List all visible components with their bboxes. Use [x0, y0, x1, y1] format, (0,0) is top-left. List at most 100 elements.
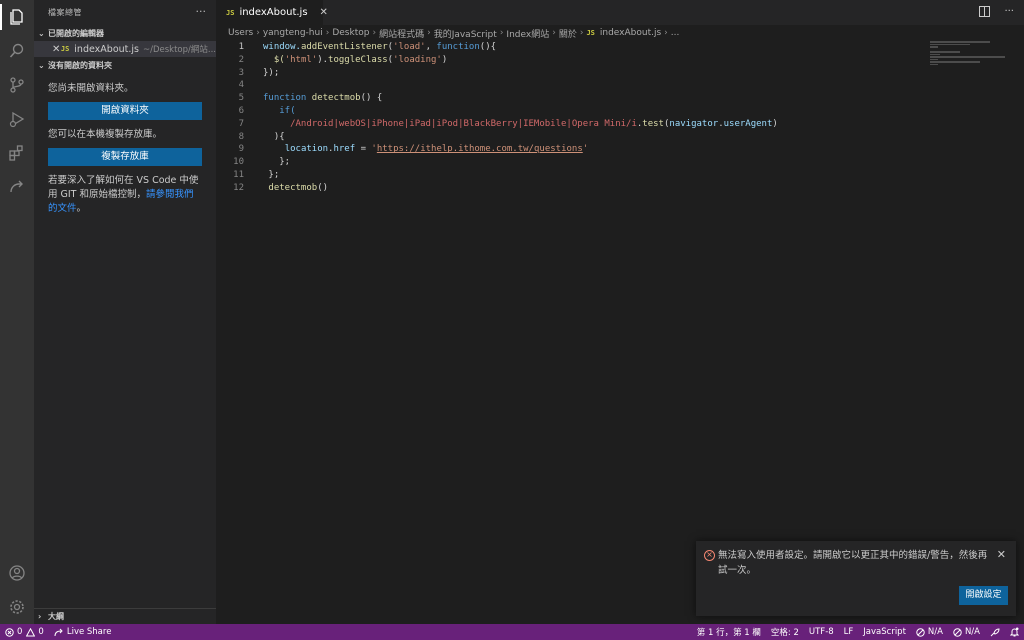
open-editors-header[interactable]: ⌄ 已開啟的編輯器 — [34, 25, 216, 41]
disabled-icon — [953, 627, 962, 637]
split-editor-icon[interactable] — [979, 6, 991, 20]
more-actions-icon[interactable]: ··· — [1004, 6, 1014, 20]
close-icon[interactable]: ✕ — [997, 548, 1006, 561]
line-number: 9 — [238, 144, 244, 155]
end-of-line[interactable]: LF — [839, 624, 859, 640]
tab-label: indexAbout.js — [239, 7, 308, 18]
sidebar-title: 檔案總管 — [48, 8, 82, 17]
run-debug-icon[interactable] — [0, 102, 34, 136]
breadcrumb-item[interactable]: 關於 — [559, 27, 577, 40]
clone-repo-button[interactable]: 複製存放庫 — [48, 148, 202, 166]
open-editor-filename: indexAbout.js — [74, 43, 139, 55]
live-share-status[interactable]: Live Share — [49, 624, 117, 640]
open-settings-button[interactable]: 開啟設定 — [959, 586, 1008, 605]
breadcrumb-item[interactable]: Users — [228, 28, 253, 38]
settings-gear-icon[interactable] — [0, 590, 34, 624]
editor-actions: ··· — [979, 6, 1014, 20]
line-number: 6 — [238, 105, 244, 116]
language-mode[interactable]: JavaScript — [858, 624, 911, 640]
error-notification: × 無法寫入使用者設定。請開啟它以更正其中的錯誤/警告，然後再試一次。 ✕ 開啟… — [696, 541, 1016, 616]
account-icon[interactable] — [0, 556, 34, 590]
breadcrumb-item[interactable]: ... — [671, 28, 680, 38]
learn-text-end: 。 — [76, 203, 87, 214]
extensions-icon[interactable] — [0, 136, 34, 170]
chevron-right-icon: › — [38, 612, 42, 621]
notifications-bell-icon[interactable] — [1005, 624, 1024, 640]
encoding[interactable]: UTF-8 — [804, 624, 839, 640]
warning-icon — [26, 627, 36, 636]
outline-header[interactable]: › 大綱 — [34, 608, 216, 624]
code-line: 11 }; — [216, 169, 916, 182]
status-bar: 0 0 Live Share 第 1 行，第 1 欄 空格: 2 UTF-8 L… — [0, 624, 1024, 640]
code-line: 4 — [216, 79, 916, 92]
open-editors-label: 已開啟的編輯器 — [48, 28, 104, 38]
code-line: 7 /Android|webOS|iPhone|iPad|iPod|BlackB… — [216, 118, 916, 131]
breadcrumb-item[interactable]: indexAbout.js — [600, 28, 661, 38]
breadcrumb-item[interactable]: yangteng-hui — [263, 28, 323, 38]
close-icon[interactable]: ✕ — [320, 7, 328, 18]
code-line: 8 ){ — [216, 131, 916, 144]
chevron-down-icon: ⌄ — [38, 28, 45, 38]
error-count: 0 — [17, 627, 23, 637]
code-line: 6 if( — [216, 105, 916, 118]
tab-bar: JS indexAbout.js ✕ ··· — [216, 0, 1024, 25]
tab-indexabout[interactable]: JS indexAbout.js ✕ — [216, 0, 328, 25]
disabled-icon — [916, 627, 925, 637]
explorer-sidebar: 檔案總管 ··· ⌄ 已開啟的編輯器 ✕ JS indexAbout.js ~/… — [34, 0, 216, 624]
cursor-position[interactable]: 第 1 行，第 1 欄 — [692, 624, 766, 640]
breadcrumb-item[interactable]: Index網站 — [506, 27, 549, 40]
breadcrumb-item[interactable]: 我的JavaScript — [434, 27, 497, 40]
breadcrumb-item[interactable]: Desktop — [332, 28, 369, 38]
code-line: 12 detectmob() — [216, 182, 916, 195]
learn-text: 若要深入了解如何在 VS Code 中使用 GIT 和原始檔控制，請參閱我們的文… — [34, 174, 216, 216]
live-share-label: Live Share — [66, 627, 112, 637]
close-icon[interactable]: ✕ — [52, 44, 61, 55]
na-status-2[interactable]: N/A — [948, 624, 985, 640]
code-editor[interactable]: 1 window.addEventListener('load', functi… — [216, 41, 916, 195]
live-share-icon[interactable] — [0, 170, 34, 204]
error-icon — [5, 627, 14, 637]
warning-count: 0 — [38, 627, 44, 637]
line-number: 10 — [233, 157, 244, 168]
line-number: 7 — [238, 118, 244, 129]
live-share-icon — [54, 628, 63, 636]
line-number: 3 — [238, 67, 244, 78]
explorer-icon[interactable] — [0, 0, 34, 34]
clone-text: 您可以在本機複製存放庫。 — [48, 129, 163, 140]
js-file-icon: JS — [226, 8, 235, 17]
minimap[interactable] — [930, 41, 1010, 71]
problems-indicator[interactable]: 0 0 — [0, 624, 49, 640]
indentation[interactable]: 空格: 2 — [766, 624, 804, 640]
line-number: 5 — [238, 93, 244, 104]
code-line: 9 location.href = 'https://ithelp.ithome… — [216, 143, 916, 156]
search-icon[interactable] — [0, 34, 34, 68]
no-folder-header[interactable]: ⌄ 沒有開啟的資料夾 — [34, 57, 216, 73]
line-number: 4 — [238, 80, 244, 91]
feedback-icon[interactable] — [985, 624, 1005, 640]
no-folder-label: 沒有開啟的資料夾 — [48, 60, 112, 70]
activity-bar — [0, 0, 34, 624]
more-actions-icon[interactable]: ··· — [196, 5, 207, 18]
code-line: 1 window.addEventListener('load', functi… — [216, 41, 916, 54]
line-number: 2 — [238, 54, 244, 65]
error-icon: × — [704, 550, 715, 561]
outline-label: 大綱 — [48, 612, 64, 621]
na-status-1[interactable]: N/A — [911, 624, 948, 640]
code-line: 2 $('html').toggleClass('loading') — [216, 54, 916, 67]
notification-message: 無法寫入使用者設定。請開啟它以更正其中的錯誤/警告，然後再試一次。 — [718, 550, 988, 576]
open-folder-button[interactable]: 開啟資料夾 — [48, 102, 202, 120]
js-file-icon: JS — [60, 45, 70, 53]
no-folder-text: 您尚未開啟資料夾。 — [48, 83, 134, 94]
js-file-icon: JS — [586, 29, 595, 37]
source-control-icon[interactable] — [0, 68, 34, 102]
breadcrumb-item[interactable]: 網站程式碼 — [379, 27, 424, 40]
chevron-down-icon: ⌄ — [38, 60, 45, 70]
line-number: 8 — [238, 131, 244, 142]
url-link[interactable]: https://ithelp.ithome.com.tw/questions — [377, 144, 583, 154]
open-editor-path: ~/Desktop/網站... — [142, 45, 216, 55]
line-number: 12 — [233, 182, 244, 193]
code-line: 3 }); — [216, 67, 916, 80]
line-number: 11 — [233, 169, 244, 180]
open-editor-item[interactable]: ✕ JS indexAbout.js ~/Desktop/網站... — [34, 41, 216, 57]
code-line: 10 }; — [216, 156, 916, 169]
